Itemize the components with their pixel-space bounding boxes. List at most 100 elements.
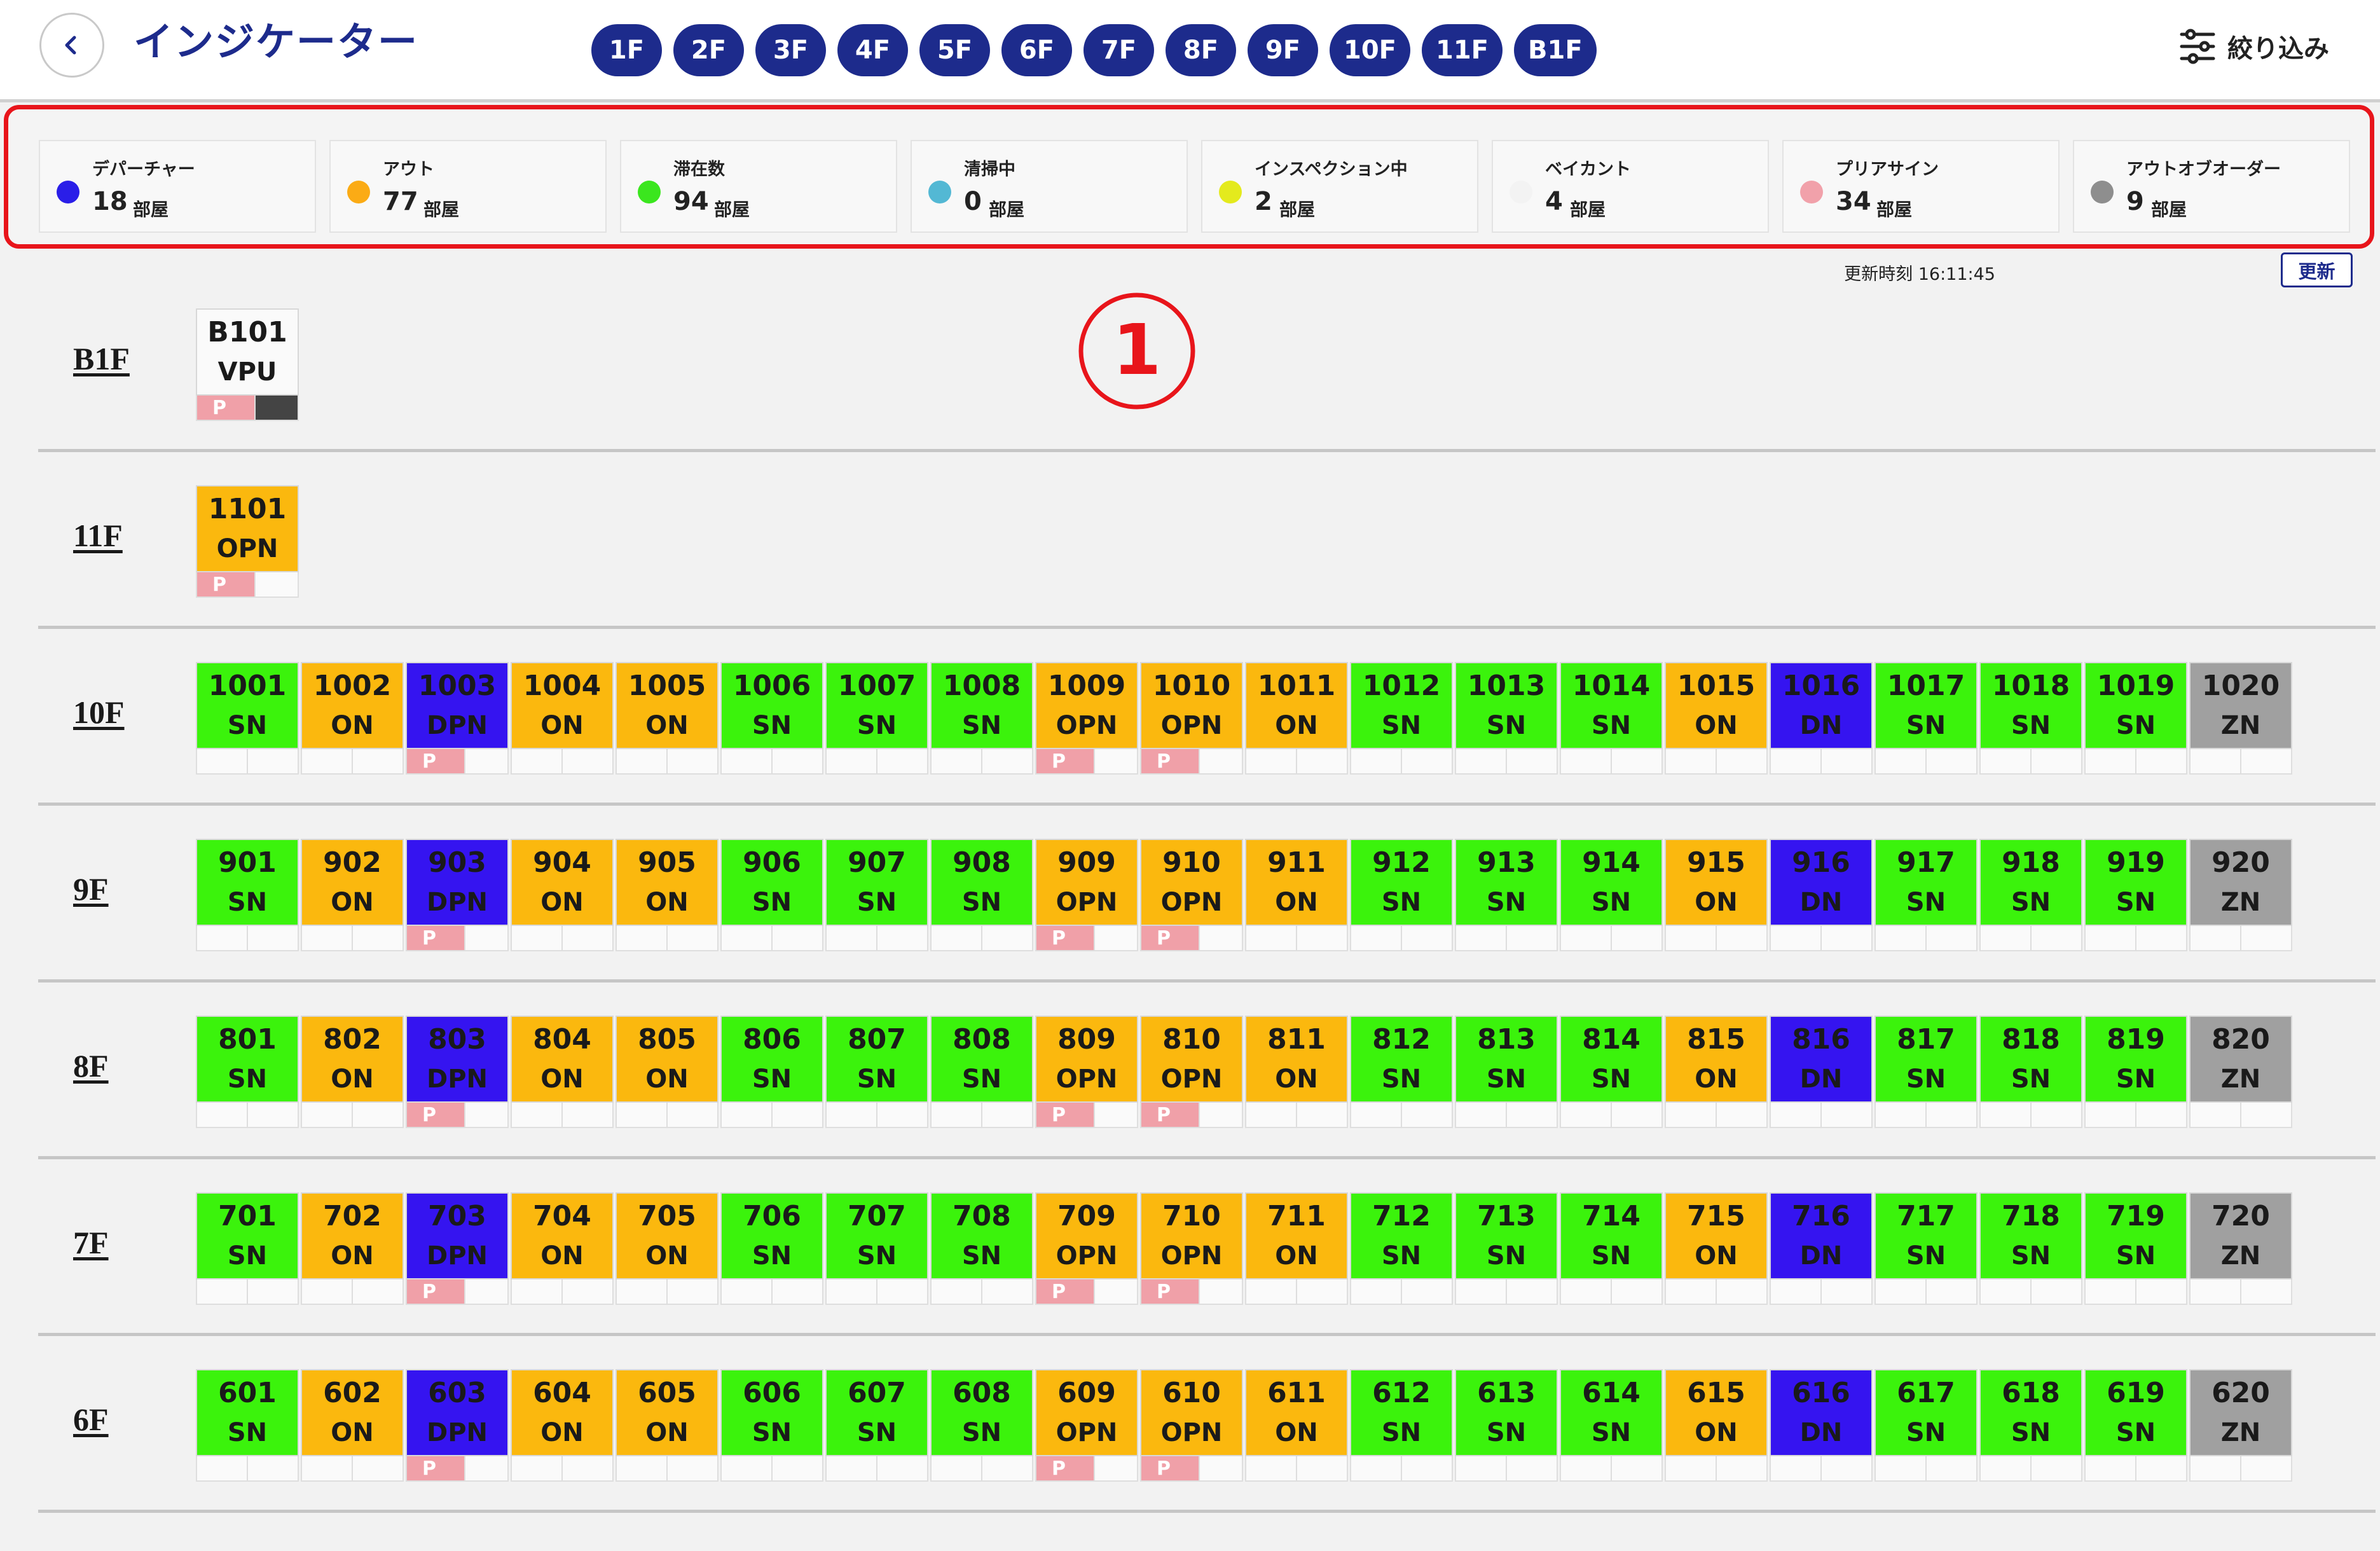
floor-tab-6f[interactable]: 6F xyxy=(1001,24,1072,76)
room-status-box[interactable]: 620 ZN xyxy=(2189,1369,2292,1456)
room-status-box[interactable]: 609 OPN xyxy=(1035,1369,1138,1456)
room-tile[interactable]: 802 ON xyxy=(301,1016,404,1128)
room-status-box[interactable]: 703 DPN xyxy=(406,1192,509,1279)
room-tile[interactable]: 814 SN xyxy=(1560,1016,1663,1128)
room-tile[interactable]: 606 SN xyxy=(720,1369,823,1482)
floor-tab-7f[interactable]: 7F xyxy=(1083,24,1154,76)
room-status-box[interactable]: 804 ON xyxy=(511,1016,614,1103)
room-status-box[interactable]: 918 SN xyxy=(1979,839,2082,926)
room-tile[interactable]: 1013 SN xyxy=(1455,662,1558,775)
floor-label[interactable]: 8F xyxy=(73,1047,109,1084)
room-status-box[interactable]: 1012 SN xyxy=(1350,662,1453,749)
room-status-box[interactable]: 915 ON xyxy=(1665,839,1768,926)
floor-label[interactable]: 7F xyxy=(73,1224,109,1261)
room-status-box[interactable]: 913 SN xyxy=(1455,839,1558,926)
room-tile[interactable]: 914 SN xyxy=(1560,839,1663,951)
room-tile[interactable]: 816 DN xyxy=(1770,1016,1873,1128)
room-status-box[interactable]: 610 OPN xyxy=(1140,1369,1243,1456)
room-status-box[interactable]: 919 SN xyxy=(2084,839,2187,926)
room-status-box[interactable]: 720 ZN xyxy=(2189,1192,2292,1279)
floor-label[interactable]: 6F xyxy=(73,1401,109,1438)
room-tile[interactable]: 716 DN xyxy=(1770,1192,1873,1305)
room-tile[interactable]: 610 OPN P xyxy=(1140,1369,1243,1482)
room-tile[interactable]: 909 OPN P xyxy=(1035,839,1138,951)
room-tile[interactable]: 903 DPN P xyxy=(406,839,509,951)
room-status-box[interactable]: 805 ON xyxy=(616,1016,719,1103)
room-tile[interactable]: 604 ON xyxy=(511,1369,614,1482)
room-status-box[interactable]: 912 SN xyxy=(1350,839,1453,926)
room-tile[interactable]: 813 SN xyxy=(1455,1016,1558,1128)
room-tile[interactable]: 804 ON xyxy=(511,1016,614,1128)
room-status-box[interactable]: 1005 ON xyxy=(616,662,719,749)
room-tile[interactable]: 603 DPN P xyxy=(406,1369,509,1482)
room-tile[interactable]: 615 ON xyxy=(1665,1369,1768,1482)
room-tile[interactable]: 911 ON xyxy=(1245,839,1348,951)
room-status-box[interactable]: 607 SN xyxy=(825,1369,928,1456)
room-tile[interactable]: 703 DPN P xyxy=(406,1192,509,1305)
floor-tab-2f[interactable]: 2F xyxy=(673,24,744,76)
room-status-box[interactable]: 801 SN xyxy=(196,1016,299,1103)
floor-tab-5f[interactable]: 5F xyxy=(919,24,990,76)
room-status-box[interactable]: 902 ON xyxy=(301,839,404,926)
room-tile[interactable]: 1009 OPN P xyxy=(1035,662,1138,775)
floor-tab-b1f[interactable]: B1F xyxy=(1514,24,1597,76)
room-status-box[interactable]: 601 SN xyxy=(196,1369,299,1456)
room-status-box[interactable]: 914 SN xyxy=(1560,839,1663,926)
room-tile[interactable]: 702 ON xyxy=(301,1192,404,1305)
room-status-box[interactable]: 710 OPN xyxy=(1140,1192,1243,1279)
room-status-box[interactable]: 1101 OPN xyxy=(196,485,299,572)
room-status-box[interactable]: 715 ON xyxy=(1665,1192,1768,1279)
room-status-box[interactable]: 1011 ON xyxy=(1245,662,1348,749)
room-status-box[interactable]: 819 SN xyxy=(2084,1016,2187,1103)
room-status-box[interactable]: 908 SN xyxy=(930,839,1033,926)
room-tile[interactable]: 613 SN xyxy=(1455,1369,1558,1482)
room-status-box[interactable]: 709 OPN xyxy=(1035,1192,1138,1279)
room-tile[interactable]: 713 SN xyxy=(1455,1192,1558,1305)
room-tile[interactable]: 1007 SN xyxy=(825,662,928,775)
summary-card[interactable]: インスペクション中 2 部屋 xyxy=(1201,140,1478,233)
room-tile[interactable]: 612 SN xyxy=(1350,1369,1453,1482)
room-status-box[interactable]: 1020 ZN xyxy=(2189,662,2292,749)
room-status-box[interactable]: 606 SN xyxy=(720,1369,823,1456)
room-tile[interactable]: 811 ON xyxy=(1245,1016,1348,1128)
room-status-box[interactable]: 1019 SN xyxy=(2084,662,2187,749)
room-tile[interactable]: 1002 ON xyxy=(301,662,404,775)
back-button[interactable] xyxy=(39,13,104,78)
room-status-box[interactable]: 904 ON xyxy=(511,839,614,926)
room-tile[interactable]: 819 SN xyxy=(2084,1016,2187,1128)
room-tile[interactable]: 607 SN xyxy=(825,1369,928,1482)
room-tile[interactable]: 1010 OPN P xyxy=(1140,662,1243,775)
room-status-box[interactable]: B101 VPU xyxy=(196,308,299,396)
room-status-box[interactable]: 614 SN xyxy=(1560,1369,1663,1456)
room-tile[interactable]: 1019 SN xyxy=(2084,662,2187,775)
room-status-box[interactable]: 706 SN xyxy=(720,1192,823,1279)
floor-tab-1f[interactable]: 1F xyxy=(591,24,662,76)
room-status-box[interactable]: 605 ON xyxy=(616,1369,719,1456)
room-tile[interactable]: 1016 DN xyxy=(1770,662,1873,775)
room-status-box[interactable]: 910 OPN xyxy=(1140,839,1243,926)
room-tile[interactable]: 711 ON xyxy=(1245,1192,1348,1305)
room-status-box[interactable]: 1004 ON xyxy=(511,662,614,749)
room-tile[interactable]: 810 OPN P xyxy=(1140,1016,1243,1128)
room-tile[interactable]: 818 SN xyxy=(1979,1016,2082,1128)
room-tile[interactable]: 717 SN xyxy=(1874,1192,1978,1305)
room-status-box[interactable]: 702 ON xyxy=(301,1192,404,1279)
room-status-box[interactable]: 812 SN xyxy=(1350,1016,1453,1103)
floor-label[interactable]: 9F xyxy=(73,871,109,907)
room-tile[interactable]: 719 SN xyxy=(2084,1192,2187,1305)
room-status-box[interactable]: 907 SN xyxy=(825,839,928,926)
room-tile[interactable]: 1004 ON xyxy=(511,662,614,775)
room-tile[interactable]: 916 DN xyxy=(1770,839,1873,951)
room-tile[interactable]: 1008 SN xyxy=(930,662,1033,775)
room-tile[interactable]: 707 SN xyxy=(825,1192,928,1305)
room-tile[interactable]: 715 ON xyxy=(1665,1192,1768,1305)
room-tile[interactable]: 807 SN xyxy=(825,1016,928,1128)
room-tile[interactable]: 620 ZN xyxy=(2189,1369,2292,1482)
room-status-box[interactable]: 920 ZN xyxy=(2189,839,2292,926)
room-tile[interactable]: 907 SN xyxy=(825,839,928,951)
room-tile[interactable]: 609 OPN P xyxy=(1035,1369,1138,1482)
room-tile[interactable]: 820 ZN xyxy=(2189,1016,2292,1128)
room-status-box[interactable]: 617 SN xyxy=(1874,1369,1978,1456)
room-tile[interactable]: 803 DPN P xyxy=(406,1016,509,1128)
room-status-box[interactable]: 815 ON xyxy=(1665,1016,1768,1103)
